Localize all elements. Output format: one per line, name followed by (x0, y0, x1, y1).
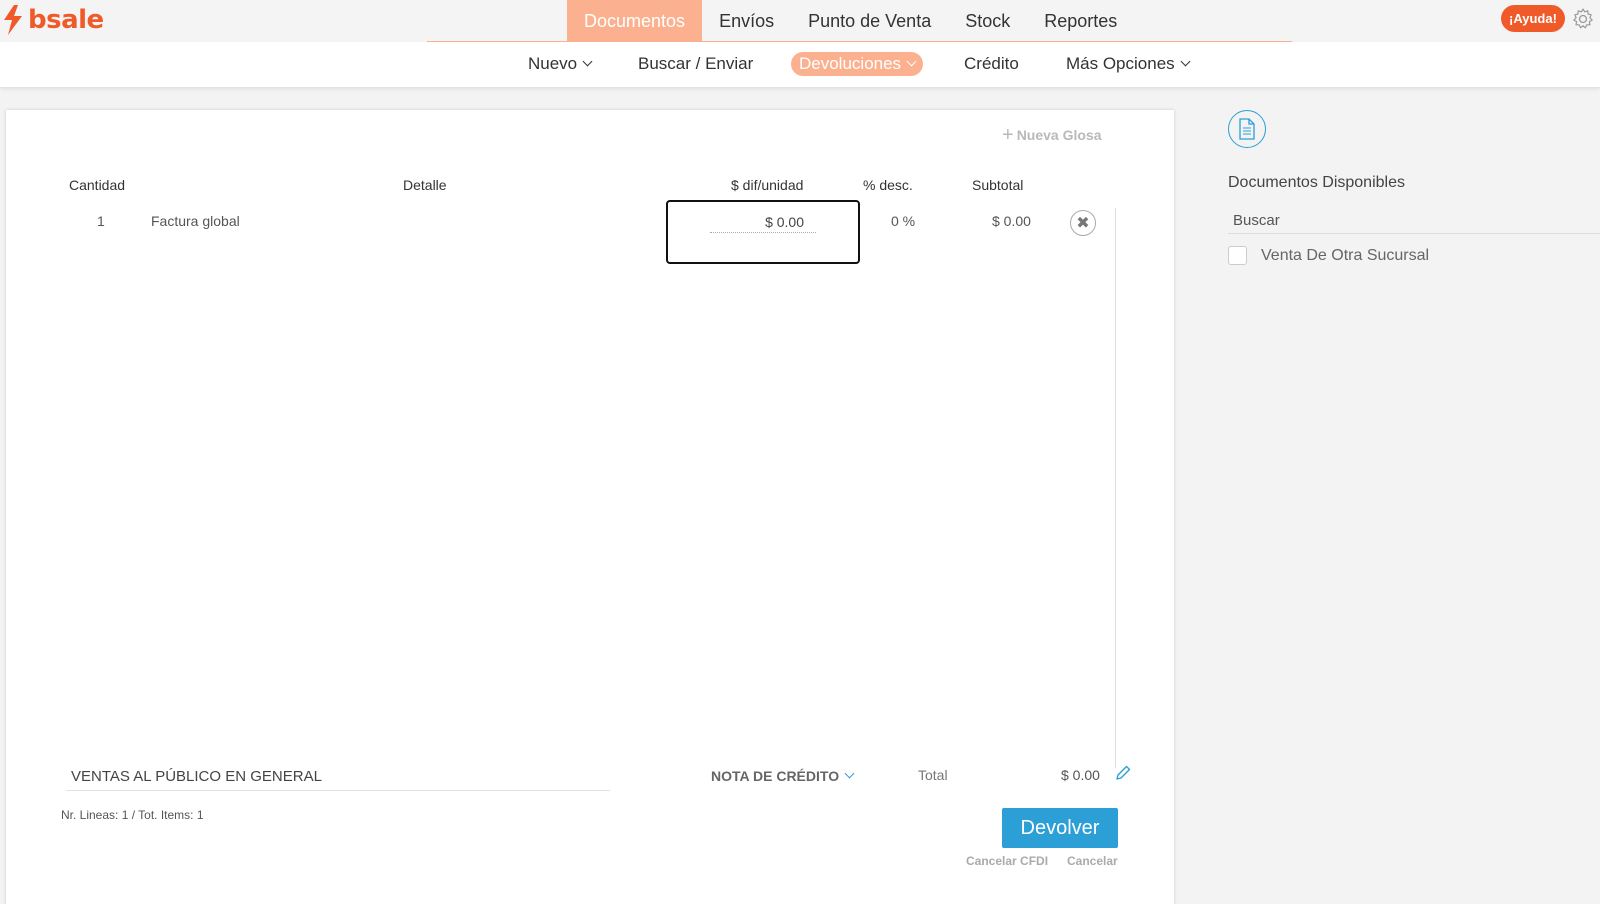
available-documents-title: Documentos Disponibles (1228, 174, 1405, 191)
lines-summary: Nr. Lineas: 1 / Tot. Items: 1 (61, 808, 204, 822)
top-bar: bsale Documentos Envíos Punto de Venta S… (0, 0, 1600, 43)
main-nav-reportes[interactable]: Reportes (1027, 0, 1134, 42)
sub-nav-nuevo[interactable]: Nuevo (528, 52, 593, 76)
brand-name: bsale (28, 5, 104, 35)
document-icon[interactable] (1228, 110, 1266, 148)
bsale-bolt-icon (4, 5, 22, 35)
price-field-highlight (666, 200, 860, 264)
sub-nav-buscar-enviar[interactable]: Buscar / Enviar (638, 52, 753, 76)
column-header-dif-unidad: $ dif/unidad (731, 177, 804, 193)
gear-icon[interactable] (1571, 7, 1595, 31)
sub-nav-devoluciones-label: Devoluciones (799, 54, 902, 73)
document-type-select[interactable]: NOTA DE CRÉDITO (711, 768, 855, 784)
dif-unidad-input[interactable] (710, 211, 816, 233)
sub-nav-mas-opciones[interactable]: Más Opciones (1066, 52, 1191, 76)
pencil-icon[interactable] (1114, 764, 1132, 782)
cancelar-link[interactable]: Cancelar (1067, 854, 1118, 868)
column-header-detalle: Detalle (403, 177, 447, 193)
sub-nav-mas-opciones-label: Más Opciones (1066, 54, 1175, 73)
chevron-down-icon (844, 768, 855, 779)
document-page-icon (1239, 118, 1255, 140)
nueva-glosa-label: Nueva Glosa (1016, 127, 1102, 143)
nueva-glosa-button[interactable]: + Nueva Glosa (1002, 124, 1102, 146)
chevron-down-icon (906, 56, 917, 67)
document-type-label: NOTA DE CRÉDITO (711, 768, 840, 784)
main-nav-punto-de-venta[interactable]: Punto de Venta (791, 0, 948, 42)
filter-option[interactable]: Venta De Otra Sucursal (1228, 246, 1429, 265)
chevron-down-icon (1180, 56, 1191, 67)
filter-option-label: Venta De Otra Sucursal (1261, 246, 1430, 264)
main-nav: Documentos Envíos Punto de Venta Stock R… (567, 0, 1134, 42)
filter-checkbox[interactable] (1228, 246, 1247, 265)
divider (1115, 208, 1116, 768)
document-panel: + Nueva Glosa Cantidad Detalle $ dif/uni… (6, 110, 1174, 904)
main-nav-documentos[interactable]: Documentos (567, 0, 703, 42)
total-label: Total (918, 767, 948, 783)
main-nav-envios[interactable]: Envíos (702, 0, 791, 42)
search-input[interactable] (1228, 208, 1600, 234)
column-header-cantidad: Cantidad (69, 177, 126, 193)
cancelar-cfdi-link[interactable]: Cancelar CFDI (966, 854, 1048, 868)
total-value: $ 0.00 (1061, 767, 1100, 783)
column-header-subtotal: Subtotal (972, 177, 1024, 193)
sub-nav-nuevo-label: Nuevo (528, 54, 578, 73)
sub-nav: Nuevo Buscar / Enviar Devoluciones Crédi… (0, 42, 1600, 88)
help-button[interactable]: ¡Ayuda! (1501, 5, 1565, 32)
chevron-down-icon (582, 56, 593, 67)
sub-nav-devoluciones[interactable]: Devoluciones (791, 52, 924, 76)
row-cantidad[interactable]: 1 (97, 213, 105, 229)
main-nav-stock[interactable]: Stock (948, 0, 1027, 42)
sub-nav-credito[interactable]: Crédito (964, 52, 1019, 76)
plus-icon: + (1002, 124, 1014, 146)
row-detalle[interactable]: Factura global (151, 213, 240, 229)
row-desc[interactable]: 0 % (891, 213, 915, 229)
devolver-button[interactable]: Devolver (1002, 808, 1118, 848)
row-subtotal: $ 0.00 (992, 213, 1031, 229)
column-header-desc: % desc. (863, 177, 913, 193)
client-field[interactable]: VENTAS AL PÚBLICO EN GENERAL (66, 765, 610, 791)
remove-row-icon[interactable]: ✖ (1070, 210, 1096, 236)
bsale-logo[interactable]: bsale (2, 3, 104, 37)
